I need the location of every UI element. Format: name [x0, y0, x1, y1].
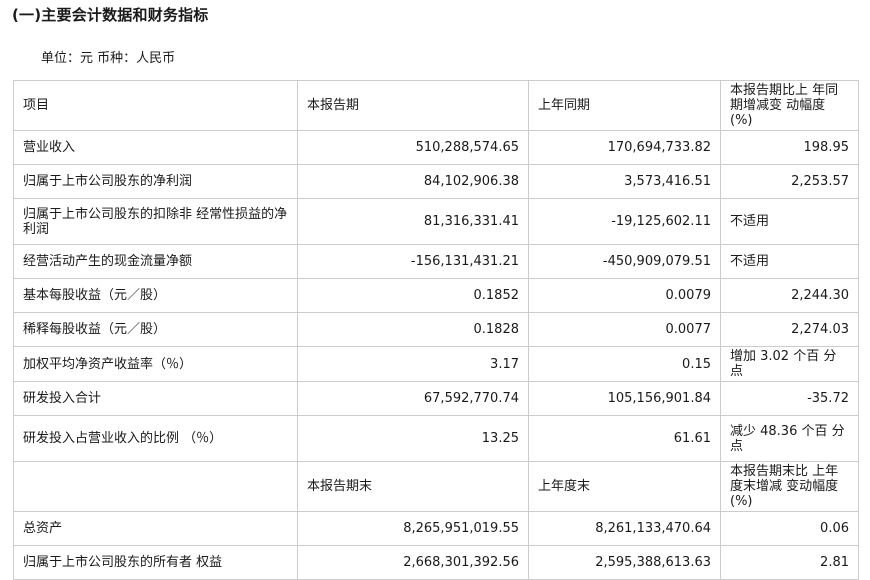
current-value: 67,592,770.74	[297, 381, 529, 416]
table-header-row-period: 项目 本报告期 上年同期 本报告期比上 年同期增减变 动幅度 (%)	[13, 80, 859, 131]
table-row: 营业收入 510,288,574.65 170,694,733.82 198.9…	[13, 130, 859, 165]
current-value: 0.1828	[297, 312, 529, 347]
prior-value: 105,156,901.84	[528, 381, 721, 416]
row-label: 营业收入	[13, 130, 298, 165]
prior-value: -450,909,079.51	[528, 244, 721, 279]
financial-indicators-table: 项目 本报告期 上年同期 本报告期比上 年同期增减变 动幅度 (%) 营业收入 …	[13, 80, 859, 580]
current-value: 13.25	[297, 415, 529, 462]
section-heading: (一)主要会计数据和财务指标	[12, 6, 209, 24]
unit-currency-line: 单位：元 币种：人民币	[41, 51, 176, 66]
prior-value: 61.61	[528, 415, 721, 462]
row-label: 归属于上市公司股东的净利润	[13, 164, 298, 199]
change-value: 减少 48.36 个百 分点	[720, 415, 859, 462]
row-label: 研发投入合计	[13, 381, 298, 416]
current-value: 81,316,331.41	[297, 198, 529, 245]
change-value: 不适用	[720, 244, 859, 279]
change-value: 0.06	[720, 511, 859, 546]
row-label: 稀释每股收益（元／股）	[13, 312, 298, 347]
table-row: 研发投入合计 67,592,770.74 105,156,901.84 -35.…	[13, 381, 859, 416]
header-current-period: 本报告期	[297, 80, 529, 131]
prior-value: 0.15	[528, 346, 721, 382]
header-item: 项目	[13, 80, 298, 131]
row-label: 基本每股收益（元／股）	[13, 278, 298, 313]
prior-value: 0.0077	[528, 312, 721, 347]
table-row: 归属于上市公司股东的净利润 84,102,906.38 3,573,416.51…	[13, 164, 859, 199]
current-value: 0.1852	[297, 278, 529, 313]
header-prior-period: 上年同期	[528, 80, 721, 131]
current-value: 510,288,574.65	[297, 130, 529, 165]
change-value: 不适用	[720, 198, 859, 245]
table-row: 基本每股收益（元／股） 0.1852 0.0079 2,244.30	[13, 278, 859, 313]
header-blank	[13, 461, 298, 512]
prior-value: 170,694,733.82	[528, 130, 721, 165]
prior-value: 8,261,133,470.64	[528, 511, 721, 546]
table-row: 加权平均净资产收益率（％） 3.17 0.15 增加 3.02 个百 分点	[13, 346, 859, 382]
prior-value: 3,573,416.51	[528, 164, 721, 199]
row-label: 加权平均净资产收益率（％）	[13, 346, 298, 382]
header-current-period-end: 本报告期末	[297, 461, 529, 512]
change-value: 2,244.30	[720, 278, 859, 313]
table-header-row-period-end: 本报告期末 上年度末 本报告期末比 上年度末增减 变动幅度(%)	[13, 461, 859, 512]
row-label: 研发投入占营业收入的比例 （％）	[13, 415, 298, 462]
change-value: -35.72	[720, 381, 859, 416]
current-value: 3.17	[297, 346, 529, 382]
table-row: 总资产 8,265,951,019.55 8,261,133,470.64 0.…	[13, 511, 859, 546]
change-value: 2,274.03	[720, 312, 859, 347]
header-change-pct: 本报告期比上 年同期增减变 动幅度 (%)	[720, 80, 859, 131]
row-label: 经营活动产生的现金流量净额	[13, 244, 298, 279]
current-value: -156,131,431.21	[297, 244, 529, 279]
current-value: 84,102,906.38	[297, 164, 529, 199]
prior-value: 0.0079	[528, 278, 721, 313]
table-row: 研发投入占营业收入的比例 （％） 13.25 61.61 减少 48.36 个百…	[13, 415, 859, 462]
row-label: 归属于上市公司股东的扣除非 经常性损益的净利润	[13, 198, 298, 245]
change-value: 增加 3.02 个百 分点	[720, 346, 859, 382]
header-change-pct: 本报告期末比 上年度末增减 变动幅度(%)	[720, 461, 859, 512]
current-value: 8,265,951,019.55	[297, 511, 529, 546]
row-label: 总资产	[13, 511, 298, 546]
table-row: 经营活动产生的现金流量净额 -156,131,431.21 -450,909,0…	[13, 244, 859, 279]
change-value: 198.95	[720, 130, 859, 165]
prior-value: -19,125,602.11	[528, 198, 721, 245]
change-value: 2,253.57	[720, 164, 859, 199]
table-row: 归属于上市公司股东的扣除非 经常性损益的净利润 81,316,331.41 -1…	[13, 198, 859, 245]
header-prior-year-end: 上年度末	[528, 461, 721, 512]
table-row: 稀释每股收益（元／股） 0.1828 0.0077 2,274.03	[13, 312, 859, 347]
